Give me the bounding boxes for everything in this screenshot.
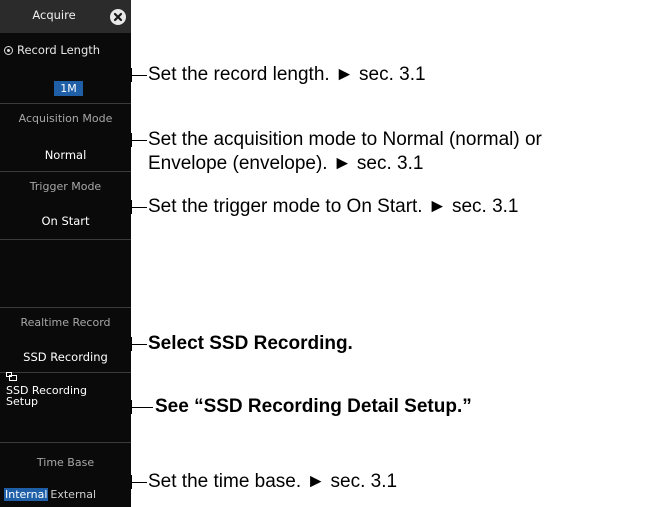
- ssd-recording-setup-label: SSD Recording Setup: [6, 385, 128, 407]
- callout-acquisition-mode-line1: Set the acquisition mode to Normal (norm…: [148, 129, 542, 150]
- setup-icon: [6, 372, 17, 381]
- divider: [0, 442, 131, 443]
- acquisition-mode-value: Normal: [44, 148, 87, 162]
- callout-acquisition-mode-line2: Envelope (envelope). ► sec. 3.1: [148, 153, 424, 174]
- record-length-label: Record Length: [17, 43, 101, 57]
- callout-leader: [131, 75, 147, 76]
- menu-title: Acquire: [32, 8, 76, 22]
- acquisition-mode-label: Acquisition Mode: [18, 112, 113, 125]
- close-icon[interactable]: [110, 9, 126, 25]
- time-base-label: Time Base: [36, 456, 95, 469]
- callout-leader: [131, 344, 147, 345]
- time-base-internal[interactable]: Internal: [4, 488, 49, 501]
- divider: [0, 103, 131, 104]
- divider: [0, 171, 131, 172]
- divider: [0, 372, 131, 373]
- callout-ssd-detail-setup: See “SSD Recording Detail Setup.”: [155, 396, 472, 417]
- callout-leader: [131, 207, 147, 208]
- ssd-setup-line2: Setup: [6, 395, 39, 408]
- trigger-mode-label: Trigger Mode: [29, 180, 102, 193]
- menu-title-bar: Acquire: [0, 0, 131, 33]
- acquire-menu-panel: Acquire Record Length 1M Acquisition Mod…: [0, 0, 131, 507]
- callout-ssd-recording: Select SSD Recording.: [148, 333, 353, 354]
- callout-record-length: Set the record length. ► sec. 3.1: [148, 64, 426, 85]
- record-length-option[interactable]: Record Length: [4, 43, 100, 57]
- time-base-options: Internal External: [4, 488, 96, 501]
- trigger-mode-value: On Start: [41, 214, 90, 228]
- realtime-record-label: Realtime Record: [20, 316, 111, 329]
- callout-leader: [131, 407, 153, 408]
- time-base-external[interactable]: External: [50, 488, 96, 501]
- callout-time-base: Set the time base. ► sec. 3.1: [148, 471, 398, 492]
- divider: [0, 307, 131, 308]
- record-length-value: 1M: [54, 81, 83, 96]
- callout-leader: [131, 482, 147, 483]
- radio-selected-icon: [4, 46, 13, 55]
- divider: [0, 239, 131, 240]
- realtime-record-value: SSD Recording: [23, 350, 108, 364]
- callout-leader: [131, 140, 147, 141]
- callout-trigger-mode: Set the trigger mode to On Start. ► sec.…: [148, 196, 519, 217]
